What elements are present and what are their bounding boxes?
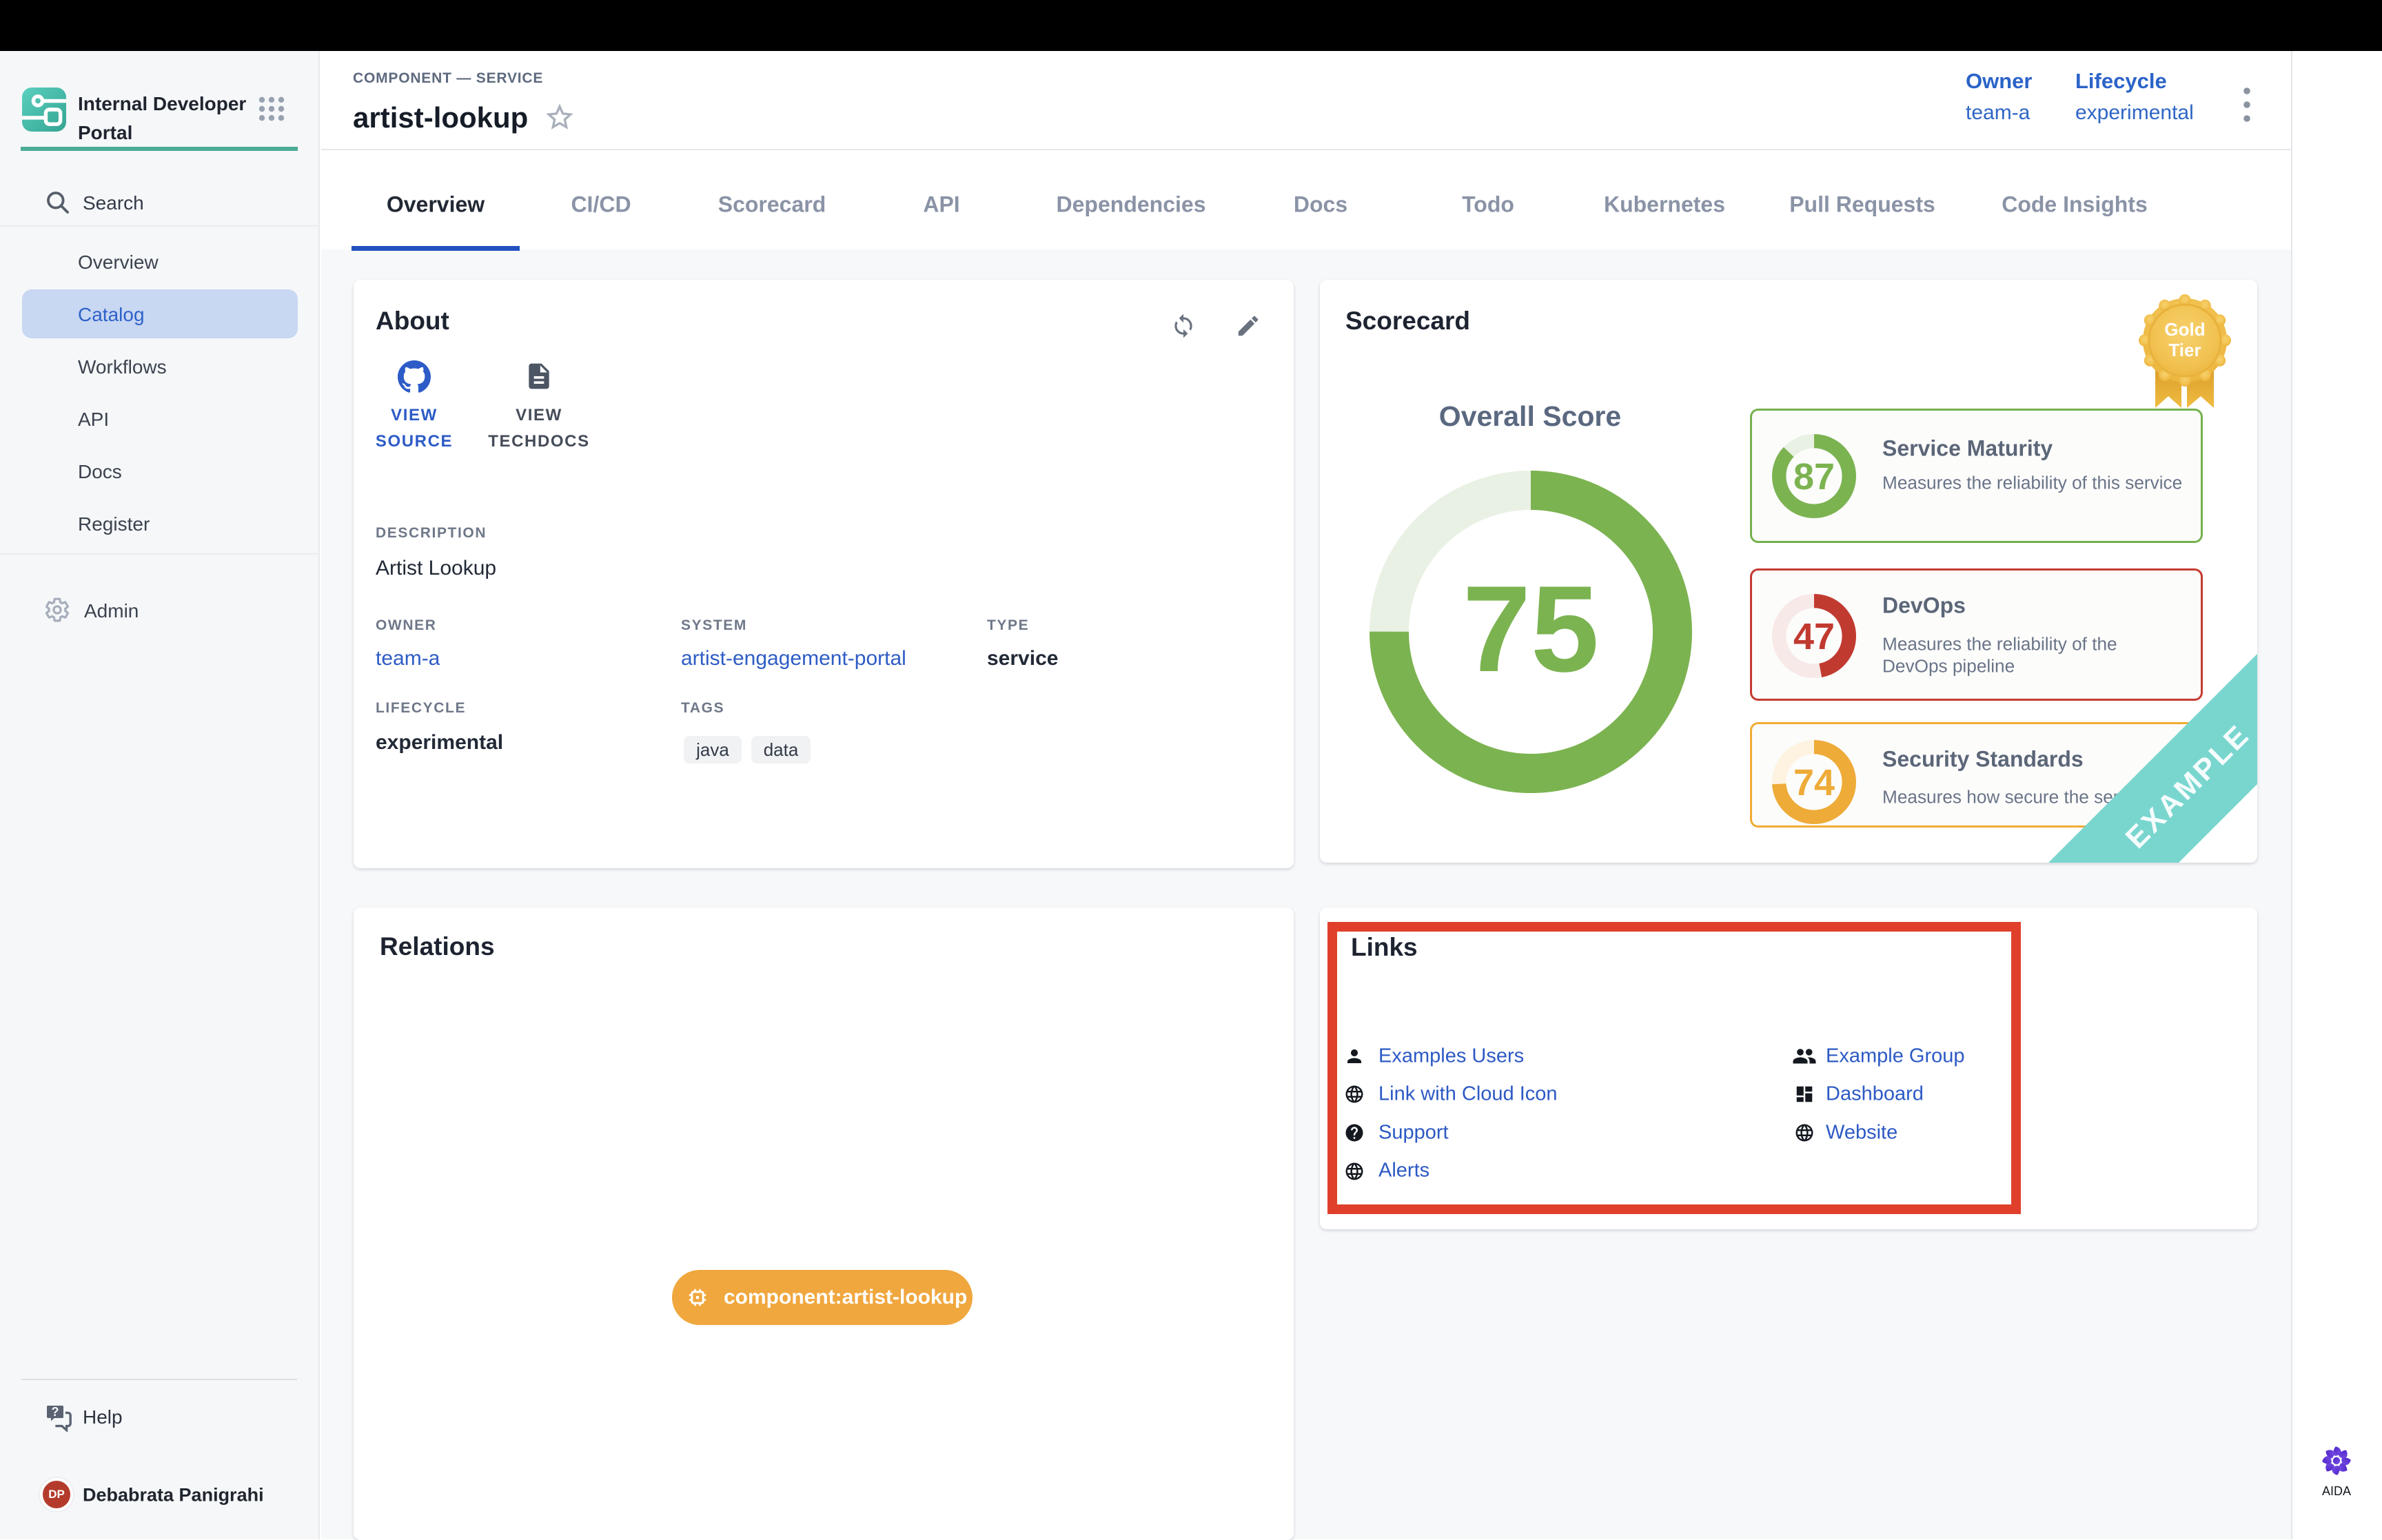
svg-text:87: 87 xyxy=(1793,456,1835,497)
svg-text:Gold: Gold xyxy=(2164,319,2205,340)
svg-text:75: 75 xyxy=(1463,560,1599,697)
svg-text:Tier: Tier xyxy=(2168,340,2201,360)
svg-text:?: ? xyxy=(52,1405,59,1419)
svg-text:47: 47 xyxy=(1793,616,1835,657)
svg-text:74: 74 xyxy=(1793,762,1835,803)
